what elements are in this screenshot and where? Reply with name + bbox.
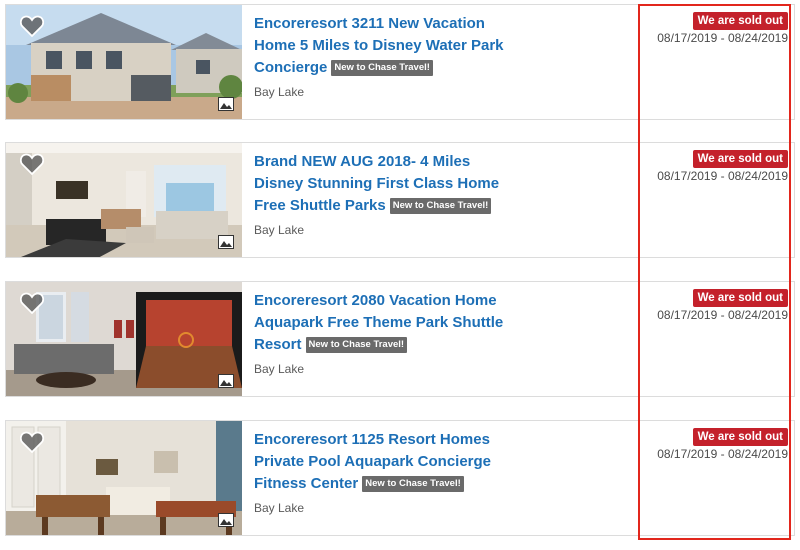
listing-card[interactable]: Encoreresort 2080 Vacation Home Aquapark… <box>5 281 795 397</box>
heart-icon[interactable] <box>20 431 44 453</box>
listing-location: Bay Lake <box>254 501 305 515</box>
availability-status: We are sold out 08/17/2019 - 08/24/2019 <box>657 427 788 461</box>
heart-icon[interactable] <box>20 153 44 175</box>
listing-card[interactable]: Encoreresort 1125 Resort Homes Private P… <box>5 420 795 536</box>
listing-photo-game-room[interactable] <box>6 282 242 396</box>
listing-location: Bay Lake <box>254 85 305 99</box>
stay-dates: 08/17/2019 - 08/24/2019 <box>657 31 788 45</box>
sold-out-badge: We are sold out <box>692 12 788 30</box>
availability-status: We are sold out 08/17/2019 - 08/24/2019 <box>657 288 788 322</box>
stay-dates: 08/17/2019 - 08/24/2019 <box>657 447 788 461</box>
listing-location: Bay Lake <box>254 223 305 237</box>
listing-card[interactable]: Encoreresort 3211 New Vacation Home 5 Mi… <box>5 4 795 120</box>
listing-photo-foosball-room[interactable] <box>6 421 242 535</box>
listing-card[interactable]: Brand NEW AUG 2018- 4 Miles Disney Stunn… <box>5 142 795 258</box>
stay-dates: 08/17/2019 - 08/24/2019 <box>657 169 788 183</box>
heart-icon[interactable] <box>20 292 44 314</box>
availability-status: We are sold out 08/17/2019 - 08/24/2019 <box>657 11 788 45</box>
availability-status: We are sold out 08/17/2019 - 08/24/2019 <box>657 149 788 183</box>
sold-out-badge: We are sold out <box>692 428 788 446</box>
new-to-chase-badge: New to Chase Travel! <box>389 198 492 214</box>
listing-photo-house-exterior[interactable] <box>6 5 242 119</box>
new-to-chase-badge: New to Chase Travel! <box>331 60 433 76</box>
stay-dates: 08/17/2019 - 08/24/2019 <box>657 308 788 322</box>
gallery-icon[interactable] <box>218 513 234 527</box>
new-to-chase-badge: New to Chase Travel! <box>362 476 464 492</box>
gallery-icon[interactable] <box>218 374 234 388</box>
sold-out-badge: We are sold out <box>692 150 788 168</box>
listing-photo-living-room[interactable] <box>6 143 242 257</box>
listing-location: Bay Lake <box>254 362 305 376</box>
gallery-icon[interactable] <box>218 97 234 111</box>
sold-out-badge: We are sold out <box>692 289 788 307</box>
gallery-icon[interactable] <box>218 235 234 249</box>
heart-icon[interactable] <box>20 15 44 37</box>
new-to-chase-badge: New to Chase Travel! <box>305 337 408 353</box>
